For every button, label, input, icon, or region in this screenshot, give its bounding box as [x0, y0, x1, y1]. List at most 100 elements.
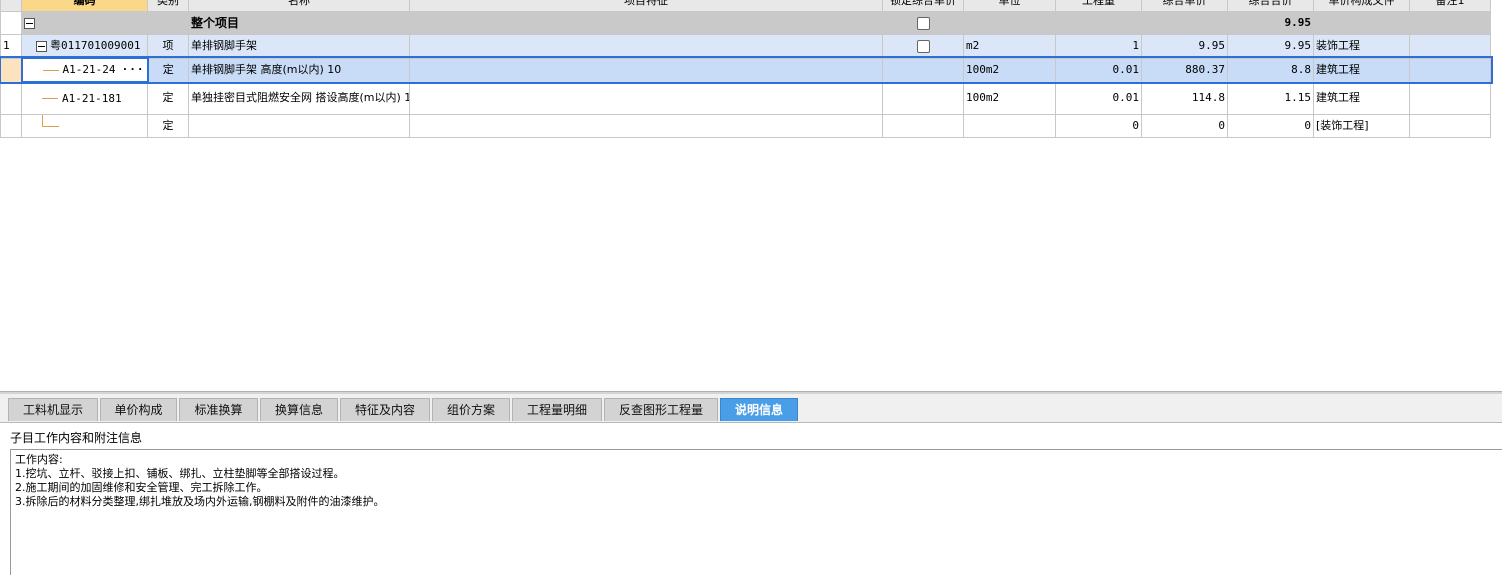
lock-cell[interactable] — [882, 114, 964, 138]
tab-graphic-quantity[interactable]: 反查图形工程量 — [604, 398, 718, 421]
code-text: 粤011701009001 — [50, 39, 141, 52]
description-textarea[interactable]: 工作内容: 1.挖坑、立杆、驳接上扣、铺板、绑扎、立柱垫脚等全部搭设过程。 2.… — [10, 449, 1502, 575]
col-header-unit[interactable]: 单位 — [963, 0, 1056, 12]
remark-cell[interactable] — [1409, 114, 1491, 138]
col-header-code[interactable]: 编码 — [21, 0, 148, 12]
tab-pricing-plan[interactable]: 组价方案 — [432, 398, 510, 421]
collapse-icon[interactable] — [24, 18, 35, 29]
lock-cell[interactable] — [882, 57, 964, 83]
unit-cell[interactable]: m2 — [963, 34, 1056, 59]
tree-line — [42, 115, 59, 127]
fee-file-cell[interactable]: 建筑工程 — [1313, 81, 1410, 115]
total-price-cell[interactable]: 9.95 — [1227, 11, 1314, 35]
total-price-cell[interactable]: 0 — [1227, 114, 1314, 138]
table-row-selected[interactable]: A1-21-24 ··· 定 单排钢脚手架 高度(m以内) 10 100m2 0.… — [0, 56, 1493, 84]
unit-price-cell[interactable]: 9.95 — [1141, 34, 1228, 59]
name-cell[interactable]: 单排钢脚手架 高度(m以内) 10 — [188, 57, 410, 83]
more-button[interactable]: ··· — [122, 60, 145, 80]
description-line: 3.拆除后的材料分类整理,绑扎堆放及场内外运输,钢棚料及附件的油漆维护。 — [15, 495, 385, 508]
qty-cell[interactable]: 0.01 — [1055, 81, 1142, 115]
name-cell[interactable] — [188, 114, 410, 138]
col-header-name[interactable]: 名称 — [188, 0, 410, 12]
tab-features-content[interactable]: 特征及内容 — [340, 398, 430, 421]
table-row-item[interactable]: 1 粤011701009001 项 单排钢脚手架 m2 1 9.95 9.95 … — [0, 34, 1491, 59]
quota-grid: 编码 类别 名称 项目特征 锁定综合单价 单位 工程量 综合单价 综合合价 单价… — [0, 0, 1502, 392]
unit-cell[interactable]: 100m2 — [963, 81, 1056, 115]
code-cell[interactable]: A1-21-181 — [21, 81, 148, 115]
total-price-cell[interactable]: 9.95 — [1227, 34, 1314, 59]
qty-cell[interactable]: 1 — [1055, 34, 1142, 59]
unit-cell[interactable]: 100m2 — [963, 57, 1056, 83]
feature-cell[interactable] — [409, 81, 883, 115]
col-header-unit-price[interactable]: 综合单价 — [1141, 0, 1228, 12]
tab-description-info[interactable]: 说明信息 — [720, 398, 798, 421]
type-cell[interactable]: 定 — [147, 81, 189, 115]
remark-cell[interactable] — [1409, 11, 1491, 35]
unit-price-cell[interactable]: 880.37 — [1141, 57, 1228, 83]
name-cell[interactable]: 整个项目 — [188, 11, 410, 35]
code-cell[interactable]: 粤011701009001 — [21, 34, 148, 59]
col-header-type[interactable]: 类别 — [147, 0, 189, 12]
unit-cell[interactable] — [963, 114, 1056, 138]
remark-cell[interactable] — [1409, 34, 1491, 59]
lock-cell[interactable] — [882, 34, 964, 59]
tree-line — [42, 98, 58, 99]
type-cell[interactable]: 项 — [147, 34, 189, 59]
lock-cell[interactable] — [882, 81, 964, 115]
feature-cell[interactable] — [409, 114, 883, 138]
unit-price-cell[interactable]: 0 — [1141, 114, 1228, 138]
qty-cell[interactable] — [1055, 11, 1142, 35]
code-cell[interactable] — [21, 11, 148, 35]
qty-cell[interactable]: 0 — [1055, 114, 1142, 138]
tab-conversion-info[interactable]: 换算信息 — [260, 398, 338, 421]
description-line: 1.挖坑、立杆、驳接上扣、铺板、绑扎、立柱垫脚等全部搭设过程。 — [15, 467, 345, 480]
feature-cell[interactable] — [409, 11, 883, 35]
quota-table: 编码 类别 名称 项目特征 锁定综合单价 单位 工程量 综合单价 综合合价 单价… — [0, 0, 1493, 138]
name-cell[interactable]: 单排钢脚手架 — [188, 34, 410, 59]
feature-cell[interactable] — [409, 34, 883, 59]
type-cell[interactable]: 定 — [147, 57, 189, 83]
total-price-cell[interactable]: 1.15 — [1227, 81, 1314, 115]
total-price-cell[interactable]: 8.8 — [1227, 57, 1314, 83]
fee-file-cell[interactable]: [装饰工程] — [1313, 114, 1410, 138]
col-header-remark[interactable]: 备注1 — [1409, 0, 1491, 12]
row-index — [0, 11, 22, 35]
header-row: 编码 类别 名称 项目特征 锁定综合单价 单位 工程量 综合单价 综合合价 单价… — [0, 0, 1491, 12]
qty-cell[interactable]: 0.01 — [1055, 57, 1142, 83]
fee-file-cell[interactable]: 装饰工程 — [1313, 34, 1410, 59]
col-header-feature[interactable]: 项目特征 — [409, 0, 883, 12]
remark-cell[interactable] — [1409, 57, 1491, 83]
table-row[interactable]: A1-21-181 定 单独挂密目式阻燃安全网 搭设高度(m以内) 12.5 1… — [0, 81, 1491, 115]
collapse-icon[interactable] — [36, 40, 47, 52]
col-header-idx[interactable] — [0, 0, 22, 12]
table-row[interactable]: 定 0 0 0 [装饰工程] — [0, 114, 1491, 138]
code-cell[interactable]: A1-21-24 ··· — [20, 57, 149, 83]
lock-checkbox[interactable] — [916, 39, 930, 53]
unit-cell[interactable] — [963, 11, 1056, 35]
row-index — [0, 81, 22, 115]
tree-line — [42, 69, 59, 71]
fee-file-cell[interactable] — [1313, 11, 1410, 35]
lock-cell[interactable] — [882, 11, 964, 35]
type-cell[interactable] — [147, 11, 189, 35]
lock-checkbox[interactable] — [916, 17, 930, 30]
code-cell[interactable] — [21, 114, 148, 138]
unit-price-cell[interactable]: 114.8 — [1141, 81, 1228, 115]
col-header-total-price[interactable]: 综合合价 — [1227, 0, 1314, 12]
col-header-fee-file[interactable]: 单价构成文件 — [1313, 0, 1410, 12]
code-text: A1-21-24 — [62, 63, 116, 76]
tab-standard-conversion[interactable]: 标准换算 — [179, 398, 258, 421]
tab-labor-material-machine[interactable]: 工料机显示 — [8, 398, 98, 421]
col-header-lock[interactable]: 锁定综合单价 — [882, 0, 964, 12]
detail-tab-bar: 工料机显示 单价构成 标准换算 换算信息 特征及内容 组价方案 工程量明细 反查… — [0, 394, 1502, 423]
fee-file-cell[interactable]: 建筑工程 — [1313, 57, 1410, 83]
type-cell[interactable]: 定 — [147, 114, 189, 138]
table-row-total[interactable]: 整个项目 9.95 — [0, 11, 1491, 35]
unit-price-cell[interactable] — [1141, 11, 1228, 35]
col-header-qty[interactable]: 工程量 — [1055, 0, 1142, 12]
tab-unit-price-composition[interactable]: 单价构成 — [100, 398, 177, 421]
name-cell[interactable]: 单独挂密目式阻燃安全网 搭设高度(m以内) 12.5 — [188, 81, 410, 115]
feature-cell[interactable] — [409, 57, 883, 83]
remark-cell[interactable] — [1409, 81, 1491, 115]
tab-quantity-detail[interactable]: 工程量明细 — [512, 398, 602, 421]
